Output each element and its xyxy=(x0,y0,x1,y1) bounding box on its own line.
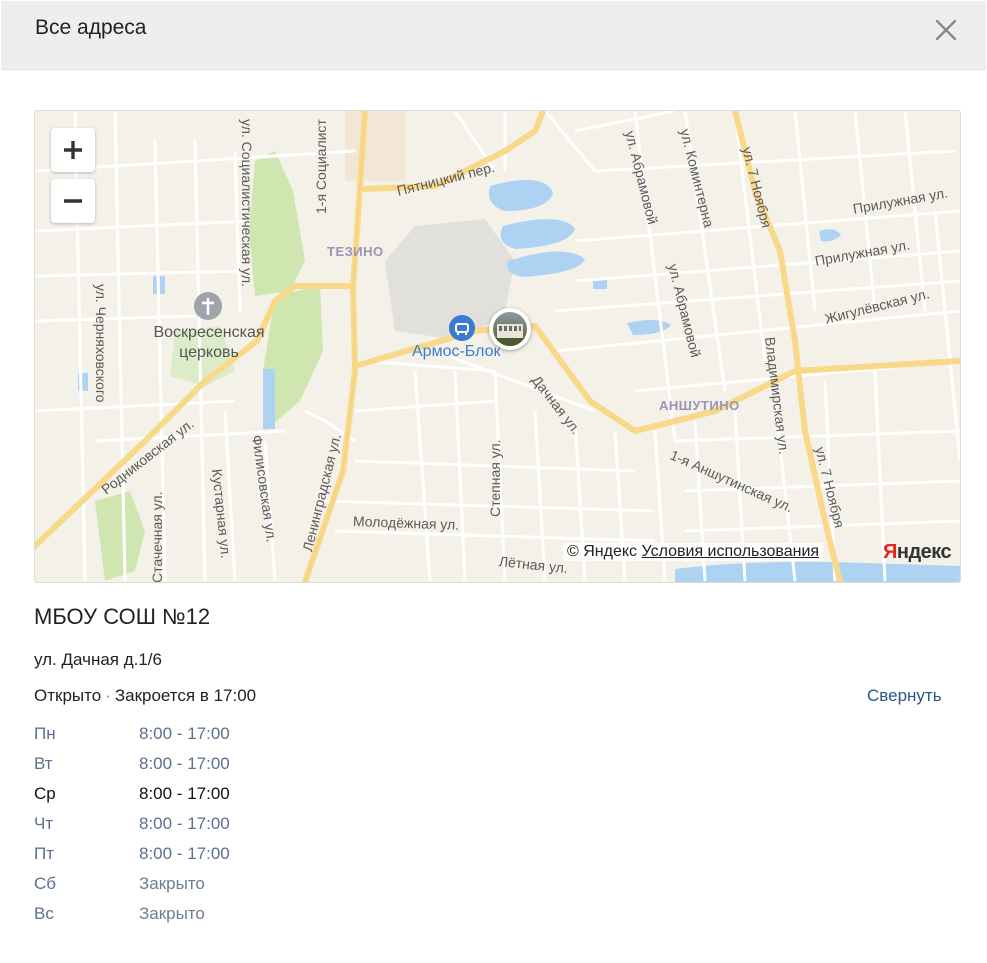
copyright-text: © Яндекс xyxy=(567,543,638,560)
organization-name: МБОУ СОШ №12 xyxy=(34,604,211,629)
day-hours: 8:00 - 17:00 xyxy=(139,754,230,773)
building-photo xyxy=(493,312,527,346)
dialog-title: Все адреса xyxy=(35,16,147,39)
day-hours: Закрыто xyxy=(139,904,205,923)
yandex-logo[interactable]: Яндекс xyxy=(883,541,952,564)
street-label: Степная ул. xyxy=(487,439,503,517)
zoom-in-button[interactable] xyxy=(51,128,95,172)
district-label: АНШУТИНО xyxy=(659,398,740,413)
day-label: Чт xyxy=(34,814,54,833)
street-label: 1-я Социалист xyxy=(313,119,329,214)
hours-row-today: Ср 8:00 - 17:00 xyxy=(34,782,434,812)
day-hours: 8:00 - 17:00 xyxy=(139,844,230,863)
day-hours: 8:00 - 17:00 xyxy=(139,814,230,833)
closing-time: Закроется в 17:00 xyxy=(114,686,257,705)
hours-row: Пт 8:00 - 17:00 xyxy=(34,842,434,872)
day-label: Ср xyxy=(34,784,56,803)
church-icon xyxy=(194,292,222,320)
day-label: Пт xyxy=(34,844,55,863)
separator-dot: · xyxy=(105,686,111,705)
day-label: Сб xyxy=(34,874,57,893)
organization-address: ул. Дачная д.1/6 xyxy=(34,650,162,669)
location-photo-marker[interactable] xyxy=(489,308,531,350)
dialog-header: Все адреса xyxy=(1,1,986,70)
terms-link[interactable]: Условия использования xyxy=(642,543,820,560)
map-copyright: © Яндекс Условия использования xyxy=(563,543,824,561)
street-label: ул. Социалистическая ул. xyxy=(239,119,255,287)
day-label: Пн xyxy=(34,724,56,743)
church-label: Воскресенская церковь xyxy=(153,324,265,361)
plus-icon xyxy=(64,141,82,159)
collapse-link[interactable]: Свернуть xyxy=(867,686,942,706)
zoom-out-button[interactable] xyxy=(51,179,95,223)
open-status: Открыто xyxy=(34,686,102,705)
poi-label[interactable]: Армос-Блок xyxy=(412,343,501,361)
working-hours: Пн 8:00 - 17:00 Вт 8:00 - 17:00 Ср 8:00 - 1… xyxy=(34,722,434,932)
street-label: ул. Черняховского xyxy=(93,284,109,403)
yandex-logo-rest: ндекс xyxy=(896,541,952,563)
day-hours: 8:00 - 17:00 xyxy=(139,724,230,743)
map[interactable]: ТЕЗИНО АНШУТИНО ул. Социалистическая ул.… xyxy=(34,110,961,583)
minus-icon xyxy=(64,199,82,203)
hours-row: Вс Закрыто xyxy=(34,902,434,932)
hours-row: Вт 8:00 - 17:00 xyxy=(34,752,434,782)
close-icon xyxy=(935,19,957,41)
yandex-logo-first: Я xyxy=(883,541,897,563)
day-label: Вс xyxy=(34,904,54,923)
poi-icon[interactable] xyxy=(449,315,475,341)
street-label: Стачечная ул. xyxy=(149,491,165,583)
hours-row: Сб Закрыто xyxy=(34,872,434,902)
hours-row: Пн 8:00 - 17:00 xyxy=(34,722,434,752)
day-hours: 8:00 - 17:00 xyxy=(139,784,230,803)
day-label: Вт xyxy=(34,754,53,773)
opening-status: Открыто · Закроется в 17:00 xyxy=(34,686,256,706)
hours-row: Чт 8:00 - 17:00 xyxy=(34,812,434,842)
district-label: ТЕЗИНО xyxy=(327,244,384,259)
close-button[interactable] xyxy=(931,15,961,45)
day-hours: Закрыто xyxy=(139,874,205,893)
